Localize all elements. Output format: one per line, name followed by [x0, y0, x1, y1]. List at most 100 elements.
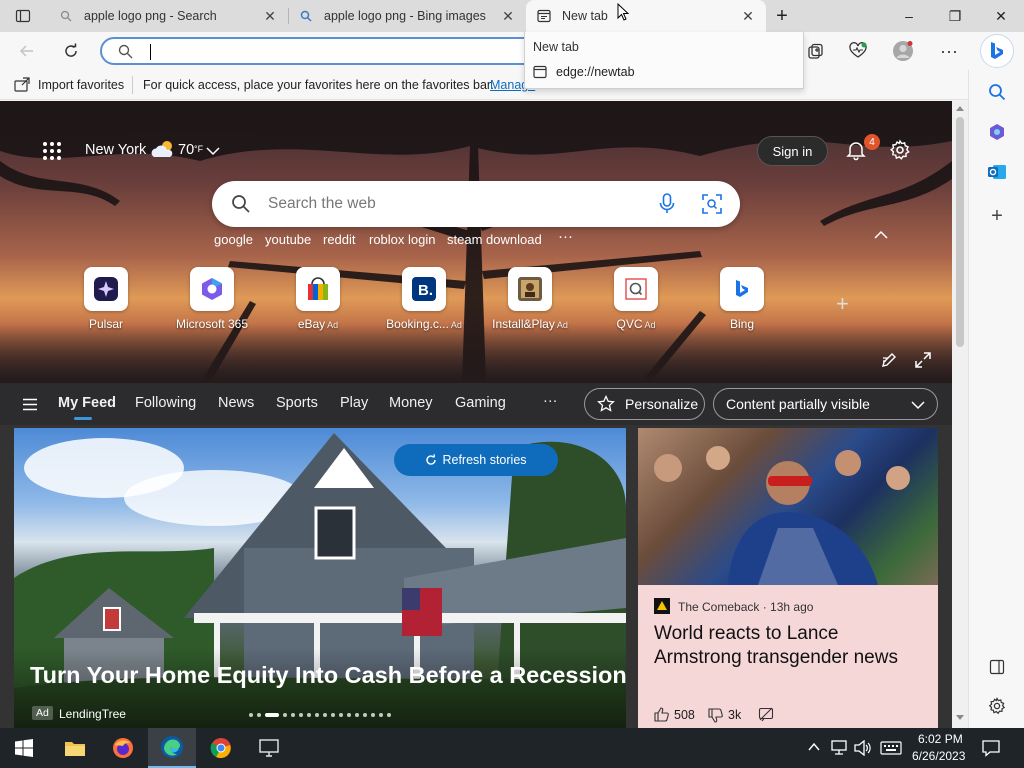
- add-shortcut-icon[interactable]: +: [836, 291, 849, 317]
- page-settings-gear-icon[interactable]: [889, 139, 911, 161]
- tile-pulsar[interactable]: Pulsar: [61, 267, 151, 331]
- scrollbar-thumb[interactable]: [956, 117, 964, 347]
- carousel-dots[interactable]: [248, 712, 398, 718]
- tab-new-tab[interactable]: New tab ✕: [526, 0, 766, 32]
- personalize-button[interactable]: Personalize: [584, 388, 705, 420]
- like-count: 508: [674, 708, 695, 722]
- restore-button[interactable]: ❐: [932, 0, 978, 32]
- app-launcher-icon[interactable]: [42, 141, 62, 161]
- network-icon[interactable]: [830, 740, 848, 756]
- volume-icon[interactable]: [854, 740, 872, 756]
- tile-install-play[interactable]: Install&Play Ad: [485, 267, 575, 331]
- tab-news[interactable]: News: [218, 395, 254, 411]
- bing-copilot-button[interactable]: [980, 34, 1014, 68]
- thumbs-down-icon[interactable]: [708, 708, 723, 723]
- close-icon[interactable]: ✕: [500, 8, 516, 25]
- new-tab-button[interactable]: +: [766, 0, 798, 32]
- weather-location[interactable]: New York: [85, 142, 146, 158]
- tab-search[interactable]: apple logo png - Search ✕: [48, 0, 288, 32]
- tile-label: Microsoft 365: [175, 317, 249, 331]
- quick-link[interactable]: roblox login: [369, 232, 436, 247]
- profile-avatar[interactable]: [888, 36, 918, 66]
- tile-ebay[interactable]: eBay Ad: [273, 267, 363, 331]
- start-button[interactable]: [0, 728, 48, 768]
- notification-center-icon[interactable]: [982, 739, 1000, 757]
- web-search-box[interactable]: Search the web: [212, 181, 740, 227]
- close-icon[interactable]: ✕: [740, 8, 756, 25]
- microphone-icon[interactable]: [659, 193, 675, 215]
- scroll-down-icon[interactable]: [956, 715, 964, 721]
- firefox-button[interactable]: [100, 728, 146, 768]
- refresh-button[interactable]: [56, 36, 86, 66]
- content-visibility-dropdown[interactable]: Content partially visible: [713, 388, 938, 420]
- edit-background-icon[interactable]: [881, 352, 897, 368]
- hamburger-menu-icon[interactable]: [22, 398, 38, 411]
- quick-link[interactable]: steam download: [447, 232, 542, 247]
- tab-sports[interactable]: Sports: [276, 395, 318, 411]
- chevron-down-icon[interactable]: [206, 146, 220, 156]
- tab-bing-images[interactable]: apple logo png - Bing images ✕: [288, 0, 526, 32]
- add-sidebar-app-icon[interactable]: +: [985, 204, 1009, 228]
- clock-date[interactable]: 6/26/2023: [912, 749, 965, 763]
- quick-link[interactable]: reddit: [323, 232, 356, 247]
- close-icon[interactable]: ✕: [262, 8, 278, 25]
- discover-icon[interactable]: [985, 120, 1009, 144]
- tile-booking[interactable]: B. Booking.c... Ad: [379, 267, 469, 331]
- hide-sidebar-icon[interactable]: [985, 655, 1009, 679]
- expand-icon[interactable]: [915, 352, 931, 368]
- quick-link[interactable]: google: [214, 232, 253, 247]
- newtab-page-icon: [536, 8, 552, 24]
- visual-search-icon[interactable]: [702, 194, 722, 214]
- tab-money[interactable]: Money: [389, 395, 433, 411]
- partly-cloudy-icon: [151, 141, 173, 157]
- file-explorer-button[interactable]: [52, 728, 98, 768]
- settings-gear-icon[interactable]: [985, 694, 1009, 718]
- tab-actions-icon[interactable]: [0, 0, 46, 32]
- notification-badge: 4: [864, 134, 880, 150]
- chevron-up-icon[interactable]: [808, 742, 820, 752]
- tab-my-feed[interactable]: My Feed: [58, 395, 116, 411]
- feed-card-main[interactable]: Refresh stories Turn Your Home Equity In…: [14, 428, 626, 728]
- feed-card-side[interactable]: The Comeback · 13h ago World reacts to L…: [638, 428, 938, 728]
- chrome-button[interactable]: [198, 728, 244, 768]
- tab-gaming[interactable]: Gaming: [455, 395, 506, 411]
- quick-link[interactable]: youtube: [265, 232, 311, 247]
- chevron-down-icon: [911, 401, 925, 410]
- minimize-button[interactable]: –: [886, 0, 932, 32]
- search-icon: [232, 195, 250, 213]
- more-feed-tabs-button[interactable]: ···: [543, 393, 558, 409]
- tile-qvc[interactable]: QVC Ad: [591, 267, 681, 331]
- back-button[interactable]: [12, 36, 42, 66]
- refresh-stories-button[interactable]: Refresh stories: [394, 444, 558, 476]
- tab-following[interactable]: Following: [135, 395, 196, 411]
- article-source[interactable]: The Comeback · 13h ago: [678, 600, 813, 614]
- tab-play[interactable]: Play: [340, 395, 368, 411]
- close-window-button[interactable]: ✕: [978, 0, 1024, 32]
- collections-icon[interactable]: [800, 36, 830, 66]
- browser-essentials-icon[interactable]: [843, 36, 873, 66]
- more-options-icon[interactable]: ···: [934, 36, 964, 66]
- more-quick-links-button[interactable]: ···: [558, 228, 573, 245]
- outlook-icon[interactable]: [985, 160, 1009, 184]
- sign-in-button[interactable]: Sign in: [757, 136, 828, 166]
- article-headline[interactable]: World reacts to Lance Armstrong transgen…: [654, 622, 929, 670]
- card-headline[interactable]: Turn Your Home Equity Into Cash Before a…: [30, 662, 626, 689]
- keyboard-icon[interactable]: [880, 741, 902, 755]
- web-search-input[interactable]: Search the web: [268, 195, 376, 213]
- page-scrollbar[interactable]: [952, 101, 968, 728]
- hide-story-icon[interactable]: [758, 707, 774, 722]
- pulsar-icon: [84, 267, 128, 311]
- search-icon[interactable]: [985, 80, 1009, 104]
- tile-microsoft-365[interactable]: Microsoft 365: [167, 267, 257, 331]
- sponsor-name[interactable]: LendingTree: [59, 707, 126, 721]
- address-input[interactable]: [150, 44, 151, 60]
- tile-bing[interactable]: Bing: [697, 267, 787, 331]
- thumbs-up-icon[interactable]: [654, 707, 669, 722]
- import-favorites-button[interactable]: Import favorites: [38, 78, 124, 92]
- chevron-up-icon[interactable]: [874, 230, 888, 240]
- clock-time[interactable]: 6:02 PM: [918, 732, 963, 746]
- weather-temperature: 70: [178, 142, 195, 158]
- edge-taskbar-button[interactable]: [148, 728, 196, 768]
- remote-desktop-button[interactable]: [246, 728, 292, 768]
- scroll-up-icon[interactable]: [956, 105, 964, 111]
